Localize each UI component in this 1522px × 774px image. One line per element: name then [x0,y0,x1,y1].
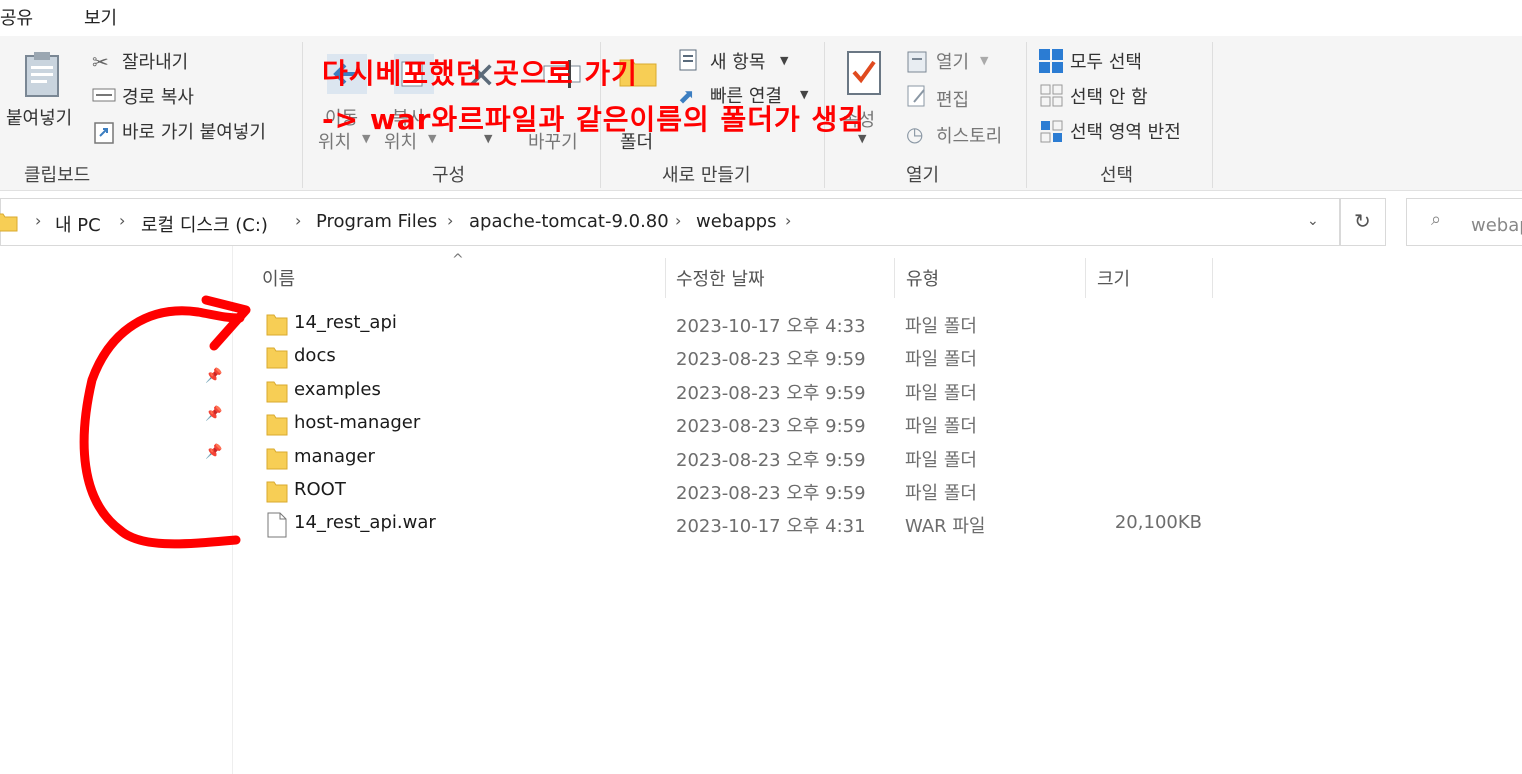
annotation-arrow [79,295,251,549]
